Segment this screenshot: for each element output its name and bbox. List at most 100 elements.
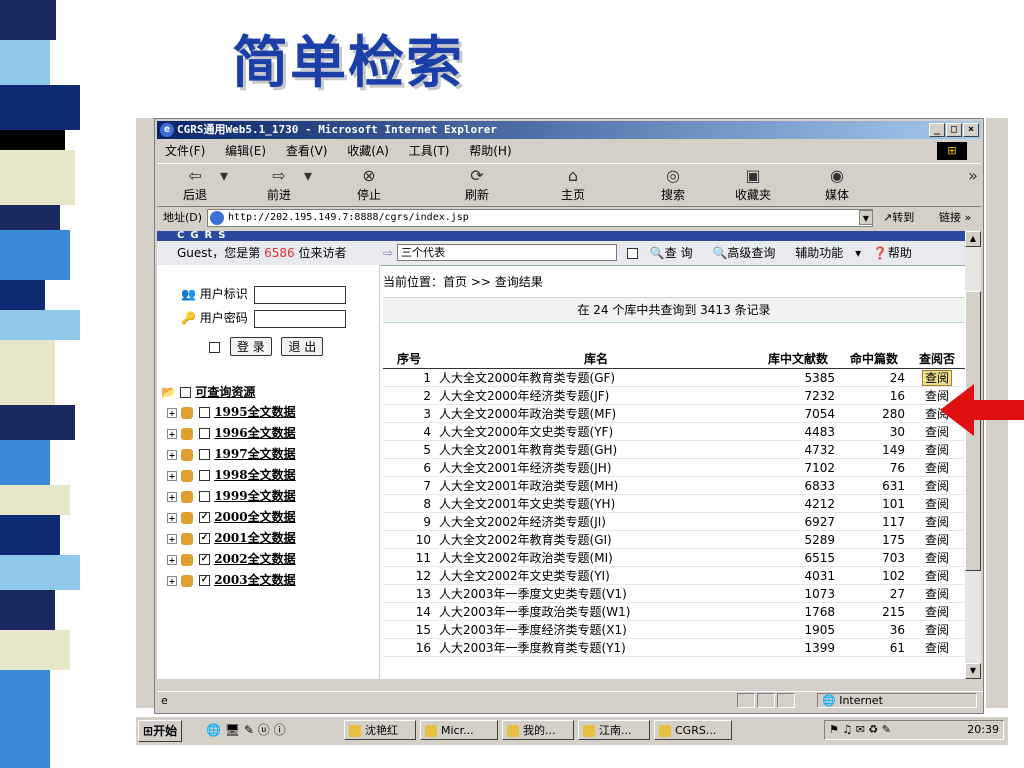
password-input[interactable] — [253, 309, 346, 328]
expand-icon[interactable]: + — [167, 428, 177, 439]
tree-item-link[interactable]: 2002全文数据 — [214, 552, 295, 566]
tree-item-link[interactable]: 1995全文数据 — [214, 405, 295, 419]
tree-item-link[interactable]: 1998全文数据 — [214, 468, 295, 482]
home-button[interactable]: ⌂ 主页 — [553, 166, 593, 203]
app2-quicklaunch-icon[interactable]: ⓤ — [258, 723, 270, 737]
tree-checkbox-checked[interactable]: ✓ — [199, 533, 210, 544]
remember-checkbox[interactable] — [209, 342, 220, 353]
view-link[interactable]: 查阅 — [925, 623, 949, 637]
view-link[interactable]: 查阅 — [925, 443, 949, 457]
links-button[interactable]: 链接 » — [939, 207, 971, 229]
minimize-button[interactable]: _ — [929, 123, 945, 137]
tree-root-checkbox[interactable] — [180, 387, 192, 398]
tree-checkbox[interactable] — [199, 470, 210, 481]
expand-icon[interactable]: + — [167, 470, 177, 481]
maximize-button[interactable]: □ — [946, 123, 962, 137]
login-buttons-row: 登 录 退 出 — [209, 337, 324, 356]
tree-item-link[interactable]: 2001全文数据 — [214, 531, 295, 545]
back-dropdown[interactable]: ▾ — [217, 166, 231, 186]
tree-checkbox[interactable] — [199, 407, 210, 418]
expand-icon[interactable]: + — [167, 554, 177, 565]
stop-button[interactable]: ⊗ 停止 — [349, 166, 389, 203]
search-input[interactable]: 三个代表 — [397, 244, 617, 261]
start-button[interactable]: ⊞开始 — [138, 720, 183, 742]
tree-checkbox[interactable] — [199, 428, 210, 439]
view-link[interactable]: 查阅 — [925, 551, 949, 565]
view-cell: 查阅 — [909, 638, 965, 657]
tree-checkbox-checked[interactable]: ✓ — [199, 512, 210, 523]
expand-icon[interactable]: + — [167, 575, 177, 586]
expand-icon[interactable]: + — [167, 407, 177, 418]
address-input[interactable]: http://202.195.149.7:8888/cgrs/index.jsp — [207, 209, 873, 227]
arrow-right-icon: ⇨ — [383, 246, 394, 260]
vertical-scrollbar[interactable]: ▲ ▼ — [965, 231, 981, 679]
user-id-input[interactable] — [253, 285, 346, 304]
tree-item-link[interactable]: 1999全文数据 — [214, 489, 295, 503]
menu-edit[interactable]: 编辑(E) — [225, 144, 266, 158]
tree-checkbox[interactable] — [199, 491, 210, 502]
search-button[interactable]: ◎ 搜索 — [653, 166, 693, 203]
toolbar-more-button[interactable]: » — [967, 166, 979, 186]
view-link[interactable]: 查阅 — [925, 533, 949, 547]
go-button[interactable]: ↗转到 — [883, 207, 914, 229]
media-button[interactable]: ◉ 媒体 — [817, 166, 857, 203]
expand-icon[interactable]: + — [167, 533, 177, 544]
view-link[interactable]: 查阅 — [925, 587, 949, 601]
view-link[interactable]: 查阅 — [925, 461, 949, 475]
taskbar-item[interactable]: 我的... — [502, 720, 574, 740]
menu-help[interactable]: 帮助(H) — [469, 144, 511, 158]
view-link[interactable]: 查阅 — [925, 515, 949, 529]
tree-item-link[interactable]: 1997全文数据 — [214, 447, 295, 461]
tree-checkbox-checked[interactable]: ✓ — [199, 575, 210, 586]
view-link[interactable]: 查阅 — [925, 497, 949, 511]
tree-item-link[interactable]: 1996全文数据 — [214, 426, 295, 440]
menu-favorites[interactable]: 收藏(A) — [347, 144, 389, 158]
back-button[interactable]: ⇦ 后退 — [175, 166, 215, 203]
favorites-button[interactable]: ▣ 收藏夹 — [727, 166, 779, 203]
forward-dropdown[interactable]: ▾ — [301, 166, 315, 186]
library-name: 人大全文2001年政治类专题(MH) — [435, 476, 757, 495]
ie-quicklaunch-icon[interactable]: 🌐 — [206, 723, 221, 737]
view-link[interactable]: 查阅 — [925, 605, 949, 619]
tray-icons[interactable]: ⚑ ♫ ✉ ♻ ✎ — [829, 723, 891, 736]
address-dropdown[interactable]: ▼ — [859, 210, 873, 225]
expand-icon[interactable]: + — [167, 449, 177, 460]
expand-icon[interactable]: + — [167, 491, 177, 502]
taskbar-item[interactable]: 江南... — [578, 720, 650, 740]
search-checkbox[interactable] — [627, 248, 638, 259]
tree-root-link[interactable]: 可查询资源 — [195, 385, 255, 399]
taskbar-item[interactable]: 沈艳红 — [344, 720, 416, 740]
app-quicklaunch-icon[interactable]: ✎ — [244, 723, 254, 737]
help-link[interactable]: ❓帮助 — [873, 246, 920, 260]
view-link[interactable]: 查阅 — [925, 569, 949, 583]
simple-search-link[interactable]: 🔍查 询 — [650, 246, 701, 260]
table-row: 11 人大全文2002年政治类专题(MI) 6515 703 查阅 — [383, 548, 965, 567]
menu-tools[interactable]: 工具(T) — [409, 144, 450, 158]
slide-decoration-bar — [0, 0, 118, 768]
library-doc-count: 4212 — [757, 494, 839, 513]
refresh-button[interactable]: ⟳ 刷新 — [457, 166, 497, 203]
scroll-down-button[interactable]: ▼ — [965, 663, 981, 679]
scroll-up-button[interactable]: ▲ — [965, 231, 981, 247]
tree-checkbox[interactable] — [199, 449, 210, 460]
expand-icon[interactable]: + — [167, 512, 177, 523]
tree-checkbox-checked[interactable]: ✓ — [199, 554, 210, 565]
logout-button[interactable]: 退 出 — [281, 337, 324, 356]
view-link[interactable]: 查阅 — [925, 479, 949, 493]
tree-item-link[interactable]: 2003全文数据 — [214, 573, 295, 587]
advanced-search-link[interactable]: 🔍高级查询 — [712, 246, 783, 260]
window-titlebar[interactable]: e CGRS通用Web5.1_1730 - Microsoft Internet… — [157, 121, 981, 139]
aux-functions-menu[interactable]: 辅助功能 ▾ — [795, 246, 861, 260]
tree-item-link[interactable]: 2000全文数据 — [214, 510, 295, 524]
forward-button[interactable]: ⇨ 前进 — [259, 166, 299, 203]
desktop-quicklaunch-icon[interactable]: 🖥 — [225, 723, 240, 737]
menu-view[interactable]: 查看(V) — [286, 144, 328, 158]
menu-file[interactable]: 文件(F) — [165, 144, 205, 158]
login-button[interactable]: 登 录 — [229, 337, 272, 356]
taskbar-item-active[interactable]: CGRS... — [654, 720, 732, 740]
close-button[interactable]: × — [963, 123, 979, 137]
taskbar-item[interactable]: Micr... — [420, 720, 498, 740]
app3-quicklaunch-icon[interactable]: ⓘ — [274, 723, 286, 737]
red-arrow-annotation — [940, 384, 1024, 436]
view-link[interactable]: 查阅 — [925, 641, 949, 655]
